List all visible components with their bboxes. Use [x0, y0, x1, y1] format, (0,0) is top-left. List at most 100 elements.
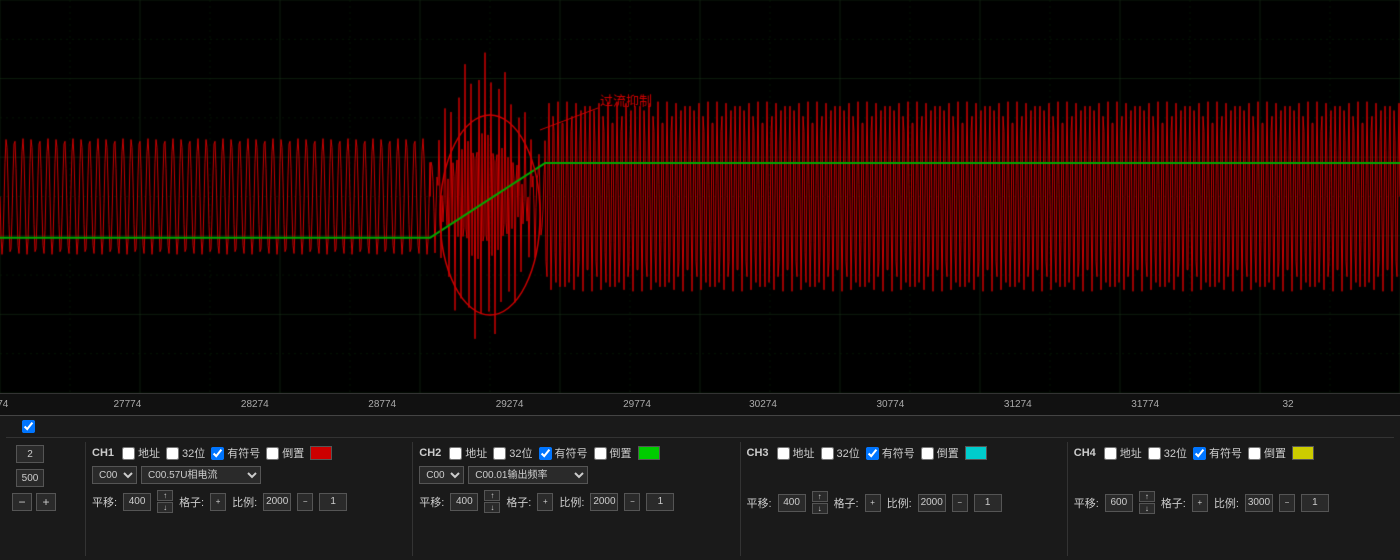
ch-checkboxes-ch4: 地址 32位 有符号 倒置 — [1104, 445, 1314, 461]
left-controls: − + — [6, 442, 86, 556]
gezi-minus-ch1[interactable]: − — [297, 493, 313, 511]
inverted-text: 倒置 — [937, 445, 959, 461]
channel-col-ch2: CH2 地址 32位 有符号 倒置 — [413, 442, 740, 556]
signed-label: 有符号 — [866, 445, 915, 461]
gezi-minus-ch3[interactable]: − — [952, 494, 968, 512]
gezi-input-ch3[interactable] — [918, 494, 946, 512]
channels-container: CH1 地址 32位 有符号 倒置 — [86, 442, 1394, 556]
custom-checkbox[interactable] — [22, 420, 35, 433]
pingyi-label: 平移: — [747, 495, 772, 511]
channel-col-ch3: CH3 地址 32位 有符号 倒置 — [741, 442, 1068, 556]
addr-checkbox-ch2[interactable] — [449, 447, 462, 460]
inverted-checkbox-ch2[interactable] — [594, 447, 607, 460]
signed-checkbox-ch2[interactable] — [539, 447, 552, 460]
ch-checkboxes-ch3: 地址 32位 有符号 倒置 — [777, 445, 987, 461]
ch-select2-ch1[interactable]: C00.57U相电流 — [141, 466, 261, 484]
signed-label: 有符号 — [539, 445, 588, 461]
grid-y-row — [12, 469, 79, 487]
pingyi-up-ch2[interactable]: ↑ — [484, 490, 500, 501]
bili-input-ch3[interactable] — [974, 494, 1002, 512]
bit32-checkbox-ch4[interactable] — [1148, 447, 1161, 460]
bili-label: 比例: — [1214, 495, 1239, 511]
ch-label-ch1: CH1 — [92, 447, 116, 459]
gezi-input-ch4[interactable] — [1245, 494, 1273, 512]
zoom-plus-button[interactable]: + — [36, 493, 56, 511]
channel-col-ch4: CH4 地址 32位 有符号 倒置 — [1068, 442, 1394, 556]
signed-checkbox-ch1[interactable] — [211, 447, 224, 460]
pingyi-down-ch3[interactable]: ↓ — [812, 503, 828, 514]
signed-text: 有符号 — [1209, 445, 1242, 461]
signed-checkbox-ch3[interactable] — [866, 447, 879, 460]
pingyi-up-ch4[interactable]: ↑ — [1139, 491, 1155, 502]
ch-selects-ch1: C00 C00.57U相电流 — [92, 466, 406, 484]
addr-checkbox-ch3[interactable] — [777, 447, 790, 460]
color-box-ch1 — [310, 446, 332, 460]
x-tick-9: 31774 — [1131, 399, 1159, 410]
ch-header-ch4: CH4 地址 32位 有符号 倒置 — [1074, 445, 1388, 461]
ch-select1-ch2[interactable]: C00 — [419, 466, 464, 484]
bili-label: 比例: — [887, 495, 912, 511]
gezi-minus-ch4[interactable]: − — [1279, 494, 1295, 512]
controls-area: − + CH1 地址 32位 有符号 — [0, 415, 1400, 560]
addr-checkbox-ch4[interactable] — [1104, 447, 1117, 460]
bili-input-ch4[interactable] — [1301, 494, 1329, 512]
gezi-plus-ch3[interactable]: + — [865, 494, 881, 512]
inverted-text: 倒置 — [610, 445, 632, 461]
ch-checkboxes-ch1: 地址 32位 有符号 倒置 — [122, 445, 332, 461]
pingyi-up-ch1[interactable]: ↑ — [157, 490, 173, 501]
zoom-minus-button[interactable]: − — [12, 493, 32, 511]
gezi-input-ch1[interactable] — [263, 493, 291, 511]
gezi-input-ch2[interactable] — [590, 493, 618, 511]
inverted-checkbox-ch4[interactable] — [1248, 447, 1261, 460]
bit32-label: 32位 — [166, 445, 205, 461]
bili-input-ch1[interactable] — [319, 493, 347, 511]
inverted-text: 倒置 — [1264, 445, 1286, 461]
pingyi-up-ch3[interactable]: ↑ — [812, 491, 828, 502]
ch-selects-ch2: C00 C00.01输出频率 — [419, 466, 733, 484]
x-tick-5: 29774 — [623, 399, 651, 410]
bit32-text: 32位 — [182, 445, 205, 461]
pingyi-down-ch4[interactable]: ↓ — [1139, 503, 1155, 514]
gezi-plus-ch2[interactable]: + — [537, 493, 553, 511]
addr-checkbox-ch1[interactable] — [122, 447, 135, 460]
ch-select1-ch1[interactable]: C00 — [92, 466, 137, 484]
gezi-plus-ch1[interactable]: + — [210, 493, 226, 511]
pingyi-input-ch2[interactable] — [450, 493, 478, 511]
bit32-checkbox-ch3[interactable] — [821, 447, 834, 460]
x-tick-3: 28774 — [368, 399, 396, 410]
sample-input[interactable] — [16, 445, 44, 463]
chart-area — [0, 0, 1400, 393]
gezi-label: 格子: — [834, 495, 859, 511]
pingyi-input-ch3[interactable] — [778, 494, 806, 512]
ch-bottom-ch1: 平移: ↑ ↓ 格子: + 比例: − — [92, 490, 406, 513]
gezi-plus-ch4[interactable]: + — [1192, 494, 1208, 512]
pingyi-down-ch1[interactable]: ↓ — [157, 502, 173, 513]
bit32-checkbox-ch1[interactable] — [166, 447, 179, 460]
grid-y-input[interactable] — [16, 469, 44, 487]
top-controls-row — [6, 420, 1394, 438]
channel-col-ch1: CH1 地址 32位 有符号 倒置 — [86, 442, 413, 556]
pingyi-down-ch2[interactable]: ↓ — [484, 502, 500, 513]
signed-label: 有符号 — [1193, 445, 1242, 461]
bit32-label: 32位 — [1148, 445, 1187, 461]
bili-label: 比例: — [232, 494, 257, 510]
custom-checkbox-group — [22, 420, 41, 433]
inverted-checkbox-ch1[interactable] — [266, 447, 279, 460]
bit32-text: 32位 — [837, 445, 860, 461]
bit32-checkbox-ch2[interactable] — [493, 447, 506, 460]
main-channels-row: − + CH1 地址 32位 有符号 — [6, 442, 1394, 556]
pingyi-input-ch4[interactable] — [1105, 494, 1133, 512]
x-tick-6: 30274 — [749, 399, 777, 410]
gezi-minus-ch2[interactable]: − — [624, 493, 640, 511]
pingyi-input-ch1[interactable] — [123, 493, 151, 511]
signed-checkbox-ch4[interactable] — [1193, 447, 1206, 460]
x-tick-7: 30774 — [876, 399, 904, 410]
ch-header-ch2: CH2 地址 32位 有符号 倒置 — [419, 445, 733, 461]
pingyi-spin-ch1: ↑ ↓ — [157, 490, 173, 513]
inverted-checkbox-ch3[interactable] — [921, 447, 934, 460]
inverted-text: 倒置 — [282, 445, 304, 461]
inverted-label: 倒置 — [594, 445, 632, 461]
ch-select2-ch2[interactable]: C00.01输出频率 — [468, 466, 588, 484]
bili-input-ch2[interactable] — [646, 493, 674, 511]
addr-text: 地址 — [465, 445, 487, 461]
